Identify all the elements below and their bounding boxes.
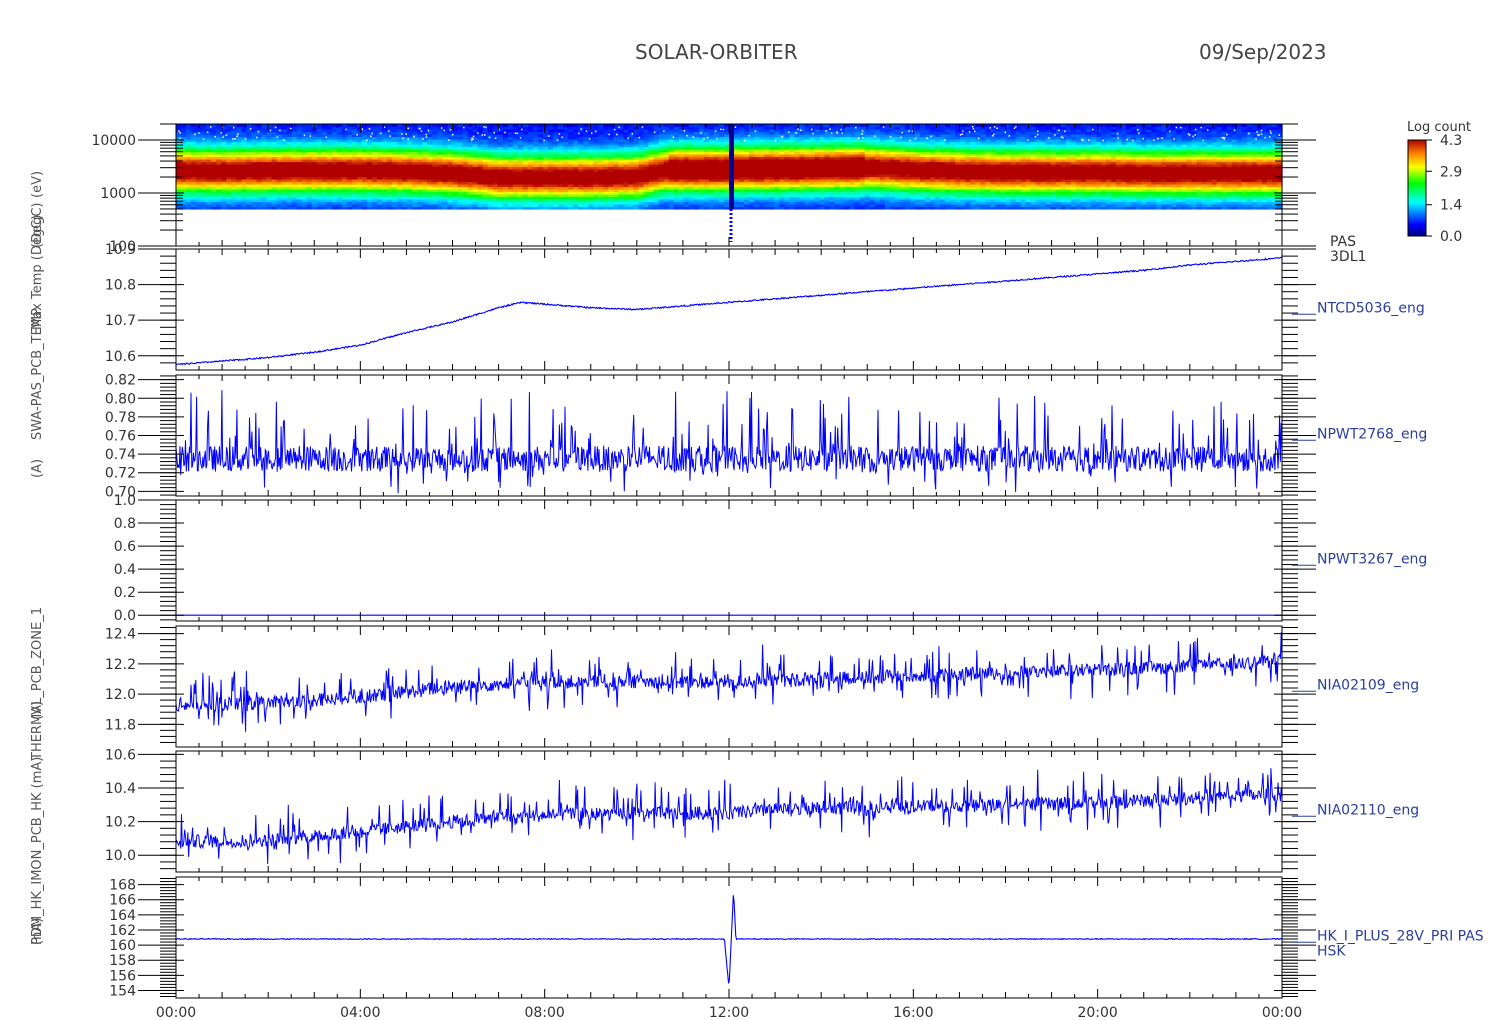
spectrogram-layer [176, 124, 1283, 242]
stacked-timeseries-plot: 100001000100 PAS3DL110.910.810.710.6NTCD5… [91, 123, 1484, 1020]
